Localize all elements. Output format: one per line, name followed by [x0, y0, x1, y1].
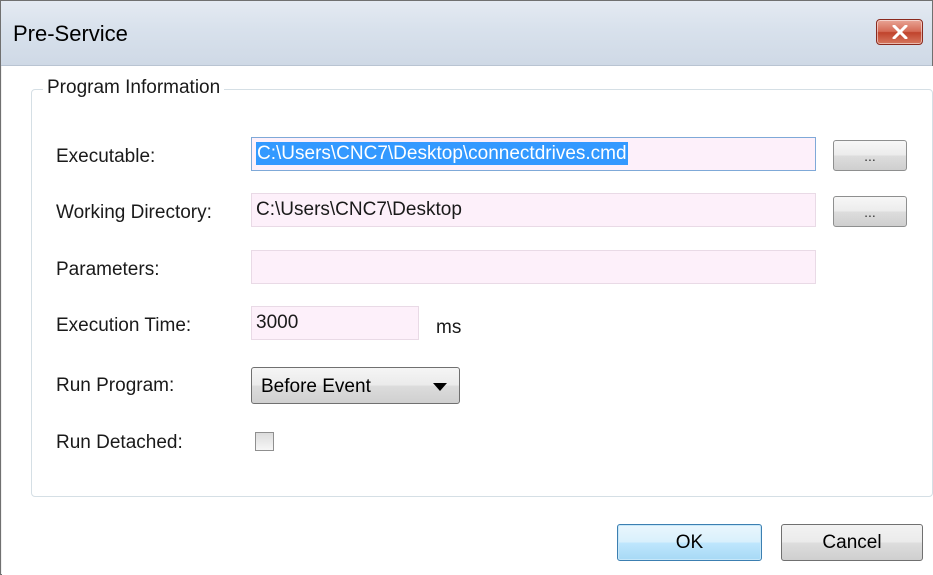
run-detached-label: Run Detached: [56, 432, 183, 453]
close-button[interactable] [876, 19, 923, 45]
executable-input-value: C:\Users\CNC7\Desktop\connectdrives.cmd [256, 142, 628, 165]
cancel-button[interactable]: Cancel [781, 524, 923, 561]
close-x-icon [892, 25, 908, 39]
group-title: Program Information [43, 77, 225, 99]
run-program-select[interactable]: Before Event [251, 367, 460, 404]
run-program-selected-value: Before Event [261, 376, 371, 397]
chevron-down-icon [433, 383, 447, 391]
pre-service-dialog: Pre-Service Program Information Executab… [0, 0, 933, 575]
working-directory-browse-button[interactable]: ... [833, 196, 907, 227]
parameters-input[interactable] [251, 250, 816, 284]
title-bar[interactable]: Pre-Service [1, 1, 932, 66]
run-detached-checkbox[interactable] [255, 432, 274, 451]
executable-browse-button[interactable]: ... [833, 140, 907, 171]
working-directory-input[interactable]: C:\Users\CNC7\Desktop [251, 193, 816, 227]
dialog-content: Program Information Executable: C:\Users… [2, 66, 933, 575]
run-program-label: Run Program: [56, 375, 175, 396]
parameters-label: Parameters: [56, 259, 160, 280]
working-directory-label: Working Directory: [56, 202, 212, 223]
window-title: Pre-Service [13, 21, 128, 46]
executable-input[interactable]: C:\Users\CNC7\Desktop\connectdrives.cmd [251, 137, 816, 171]
execution-time-label: Execution Time: [56, 315, 192, 336]
execution-time-unit: ms [436, 317, 462, 338]
executable-label: Executable: [56, 146, 156, 167]
ok-button[interactable]: OK [617, 524, 762, 561]
execution-time-input[interactable]: 3000 [251, 306, 419, 340]
